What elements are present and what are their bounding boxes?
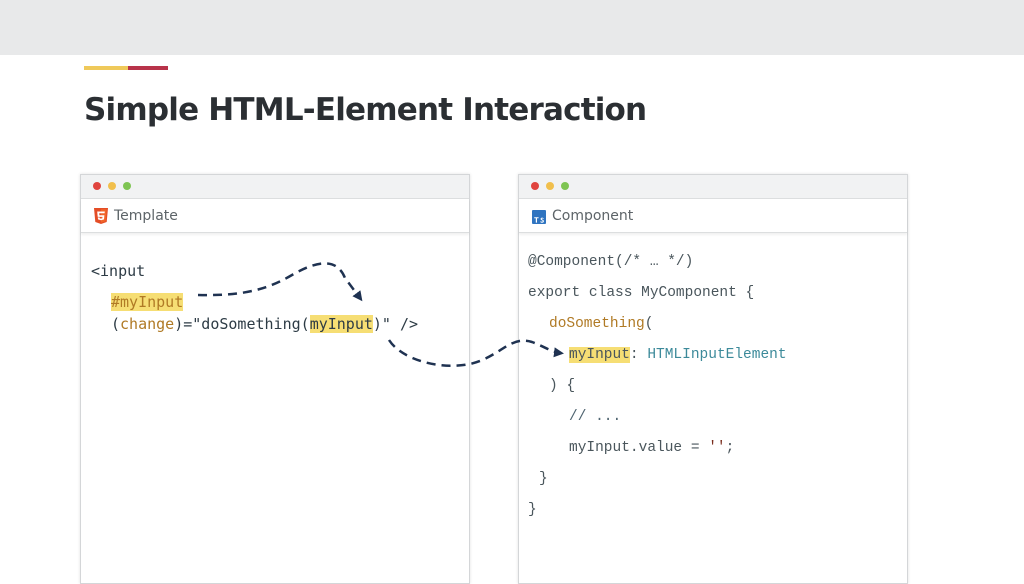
code-token: ( (644, 316, 654, 332)
code-line: myInput: HTMLInputElement (569, 345, 787, 365)
code-line: <input (91, 262, 146, 280)
code-line: } (528, 502, 537, 518)
template-tab[interactable]: Template (81, 199, 469, 233)
code-token: )="doSomething( (174, 315, 310, 333)
window-titlebar (81, 175, 469, 199)
accent-bar-yellow (84, 66, 128, 70)
code-comment: // ... (569, 409, 622, 425)
maximize-dot-icon (561, 182, 569, 190)
minimize-dot-icon (108, 182, 116, 190)
code-line: myInput.value = ''; (569, 438, 734, 458)
type-name: HTMLInputElement (647, 347, 787, 363)
code-line: #myInput (111, 291, 184, 313)
slide-title: Simple HTML-Element Interaction (84, 92, 647, 128)
code-token: : (629, 347, 648, 363)
maximize-dot-icon (123, 182, 131, 190)
component-window: Component (518, 174, 908, 584)
component-tab[interactable]: Component (519, 199, 907, 233)
code-token: myInput.value = (569, 440, 709, 456)
tab-label: Component (552, 208, 634, 224)
code-line: @Component(/* … */) (528, 254, 694, 270)
html5-icon (94, 208, 108, 224)
code-token: ( (111, 315, 121, 333)
string-literal: '' (708, 440, 726, 456)
window-titlebar (519, 175, 907, 199)
method-name: doSomething (549, 316, 645, 332)
minimize-dot-icon (546, 182, 554, 190)
code-line: doSomething( (549, 314, 653, 334)
template-window: Template (80, 174, 470, 584)
typescript-icon (532, 210, 546, 224)
code-line: export class MyComponent { (528, 285, 755, 301)
close-dot-icon (93, 182, 101, 190)
template-ref-highlight: #myInput (111, 293, 184, 311)
code-token: ; (725, 440, 735, 456)
tab-label: Template (114, 208, 178, 224)
code-line: ) { (549, 378, 576, 394)
code-token: )" /> (372, 315, 419, 333)
code-line: (change)="doSomething(myInput)" /> (111, 313, 418, 335)
code-line: } (539, 471, 548, 487)
parameter-highlight: myInput (569, 347, 630, 363)
accent-bar-red (128, 66, 168, 70)
event-name: change (120, 315, 175, 333)
ref-argument-highlight: myInput (309, 315, 373, 333)
slide-top-bar (0, 0, 1024, 55)
close-dot-icon (531, 182, 539, 190)
